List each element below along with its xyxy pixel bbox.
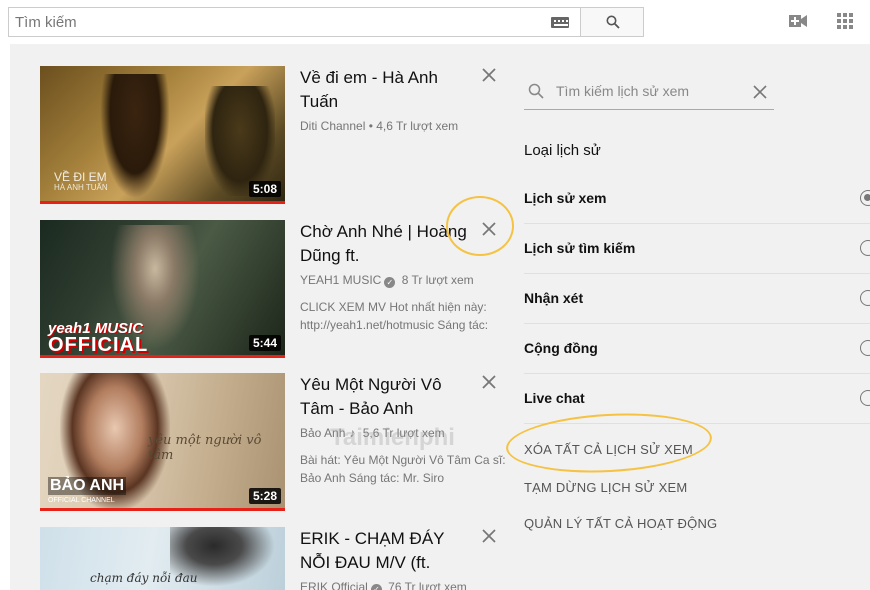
history-search-input[interactable]: [556, 81, 746, 101]
radio-unselected[interactable]: [860, 340, 870, 356]
remove-close-icon[interactable]: [480, 373, 498, 391]
video-item[interactable]: yeah1 MUSIC OFFICIAL 5:44 Chờ Anh Nhé | …: [40, 220, 510, 360]
video-meta: ERIK Official ✓ 76 Tr lượt xem: [300, 580, 510, 590]
video-title[interactable]: Yêu Một Người Vô Tâm - Bảo Anh: [300, 373, 470, 421]
video-item[interactable]: VỀ ĐI EM HÀ ANH TUẤN 5:08 Về đi em - Hà …: [40, 66, 510, 206]
thumbnail-caption: HÀ ANH TUẤN: [54, 183, 108, 192]
video-thumbnail[interactable]: yêu một người vô tâm BẢO ANH OFFICIAL CH…: [40, 373, 285, 511]
verified-check-icon: ✓: [384, 277, 396, 288]
option-label: Lịch sử tìm kiếm: [524, 240, 636, 256]
video-thumbnail[interactable]: chạm đáy nỗi đau: [40, 527, 285, 590]
thumbnail-caption: yêu một người vô tâm: [148, 433, 262, 463]
search-icon: [606, 15, 620, 29]
radio-selected[interactable]: [860, 190, 870, 206]
video-duration: 5:44: [248, 335, 281, 351]
video-duration: 5:08: [248, 181, 281, 197]
history-option-community[interactable]: Cộng đồng: [524, 324, 870, 374]
video-item[interactable]: chạm đáy nỗi đau ERIK - CHẠM ĐÁY NỖI ĐAU…: [40, 527, 510, 590]
channel-name[interactable]: YEAH1 MUSIC: [300, 273, 381, 287]
option-label: Cộng đồng: [524, 340, 598, 356]
video-meta: YEAH1 MUSIC ✓ 8 Tr lượt xem: [300, 273, 510, 288]
video-duration: 5:28: [248, 488, 281, 504]
video-title[interactable]: Chờ Anh Nhé | Hoàng Dũng ft.: [300, 220, 470, 268]
thumbnail-caption: OFFICIAL CHANNEL: [48, 497, 115, 504]
option-label: Nhận xét: [524, 290, 584, 306]
history-type-heading: Loại lịch sử: [524, 142, 601, 159]
watermark-text: Taimienphi: [330, 424, 455, 451]
view-count: 8 Tr lượt xem: [401, 273, 474, 287]
upload-video-icon[interactable]: [789, 14, 807, 28]
option-label: Lịch sử xem: [524, 190, 607, 206]
clear-close-icon[interactable]: [752, 84, 768, 100]
apps-grid-icon[interactable]: [837, 13, 853, 29]
radio-unselected[interactable]: [860, 390, 870, 406]
pause-history-button[interactable]: TẠM DỪNG LỊCH SỬ XEM: [524, 480, 687, 495]
video-description: Bài hát: Yêu Một Người Vô Tâm Ca sĩ: Bảo…: [300, 453, 506, 485]
channel-name[interactable]: Diti Channel: [300, 119, 365, 133]
view-count: 76 Tr lượt xem: [388, 580, 467, 590]
video-title[interactable]: Về đi em - Hà Anh Tuấn: [300, 66, 470, 114]
history-option-comments[interactable]: Nhận xét: [524, 274, 870, 324]
history-option-search[interactable]: Lịch sử tìm kiếm: [524, 224, 870, 274]
manage-activity-button[interactable]: QUẢN LÝ TẤT CẢ HOẠT ĐỘNG: [524, 516, 717, 531]
thumbnail-figure: [205, 86, 275, 196]
search-icon: [528, 83, 544, 99]
thumbnail-logo-text: OFFICIAL: [48, 334, 149, 356]
history-search-box[interactable]: [524, 74, 774, 110]
keyboard-icon[interactable]: [551, 17, 569, 28]
watched-progress-bar: [40, 355, 285, 358]
thumbnail-caption: VỀ ĐI EM: [54, 170, 107, 184]
top-bar: [0, 0, 870, 44]
thumbnail-caption: BẢO ANH: [48, 477, 127, 495]
history-option-watch[interactable]: Lịch sử xem: [524, 174, 870, 224]
thumbnail-figure: [100, 74, 170, 199]
watched-progress-bar: [40, 201, 285, 204]
search-box[interactable]: [8, 7, 580, 37]
annotation-circle: [446, 196, 514, 256]
verified-check-icon: ✓: [370, 584, 382, 590]
radio-unselected[interactable]: [860, 290, 870, 306]
option-label: Live chat: [524, 390, 585, 406]
video-description: CLICK XEM MV Hot nhất hiện này: http://y…: [300, 300, 489, 332]
search-input[interactable]: [15, 8, 515, 36]
thumbnail-caption: chạm đáy nỗi đau: [90, 571, 198, 585]
remove-close-icon[interactable]: [480, 527, 498, 545]
video-thumbnail[interactable]: yeah1 MUSIC OFFICIAL 5:44: [40, 220, 285, 358]
video-meta: Diti Channel • 4,6 Tr lượt xem: [300, 119, 510, 133]
watched-progress-bar: [40, 508, 285, 511]
search-button[interactable]: [580, 7, 644, 37]
view-count: • 4,6 Tr lượt xem: [368, 119, 459, 133]
video-thumbnail[interactable]: VỀ ĐI EM HÀ ANH TUẤN 5:08: [40, 66, 285, 204]
channel-name[interactable]: ERIK Official: [300, 580, 368, 590]
video-title[interactable]: ERIK - CHẠM ĐÁY NỖI ĐAU M/V (ft.: [300, 527, 470, 575]
remove-close-icon[interactable]: [480, 66, 498, 84]
radio-unselected[interactable]: [860, 240, 870, 256]
